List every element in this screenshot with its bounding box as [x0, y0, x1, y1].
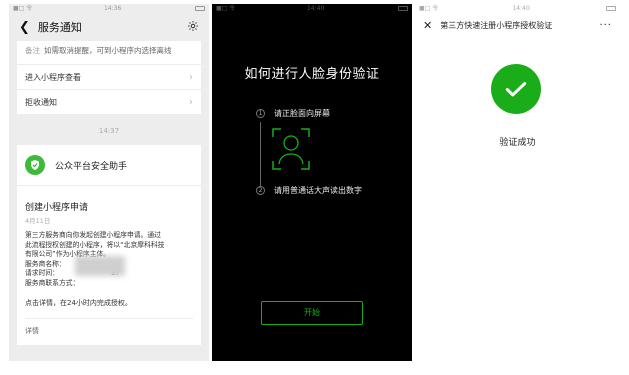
detail-link[interactable]: 详情	[25, 318, 193, 343]
status-time: 14:40	[512, 5, 530, 12]
success-message: 验证成功	[499, 138, 536, 148]
step-connector	[260, 122, 261, 186]
card-footer: 点击详情，在24小时内完成授权。	[25, 299, 132, 307]
nav-bar: ✕ 第三方快速注册小程序授权验证 ···	[415, 13, 620, 37]
status-signal: ■□ 令	[13, 5, 33, 12]
step-number: 2	[256, 186, 265, 195]
back-chevron-icon[interactable]: ❮	[19, 20, 30, 35]
service-notification-screen: ■□ 令 14:36 ❮ 服务通知 备注 如需取消提醒，可到小程序内选择离线 进入…	[9, 4, 209, 361]
card-line: 第三方服务商向你发起创建小程序申请。通过	[25, 231, 161, 239]
row-label: 进入小程序查看	[25, 72, 81, 82]
status-bar: ■□ 令 14:40	[212, 4, 412, 13]
redaction-blur	[75, 256, 125, 276]
status-signal: ■□ 令	[216, 5, 236, 12]
note-row: 备注 如需取消提醒，可到小程序内选择离线	[17, 41, 201, 64]
battery-icon	[604, 4, 616, 13]
step-2: 2 请用普通话大声读出数字	[256, 185, 362, 196]
more-icon[interactable]: ···	[599, 20, 612, 31]
status-time: 14:40	[306, 5, 325, 12]
step-1: 1 请正脸面向屏幕	[256, 108, 330, 119]
nav-bar: ❮ 服务通知	[9, 13, 209, 41]
check-circle-icon	[491, 64, 541, 114]
step-text: 请正脸面向屏幕	[274, 109, 330, 118]
card-line: 此流程授权创建的小程序，将以“北京摩科科技	[25, 240, 165, 249]
nav-title: 服务通知	[37, 21, 82, 34]
close-icon[interactable]: ✕	[423, 19, 432, 32]
application-card[interactable]: 公众平台安全助手 创建小程序申请 4月11日 第三方服务商向你发起创建小程序申请…	[17, 145, 201, 345]
card-header: 公众平台安全助手	[17, 145, 201, 186]
gear-icon[interactable]	[187, 20, 199, 35]
face-scan-icon	[272, 128, 310, 170]
request-time-label: 请求时间：	[25, 269, 59, 277]
card-sender: 公众平台安全助手	[55, 161, 128, 172]
notice-card: 备注 如需取消提醒，可到小程序内选择离线 进入小程序查看 › 拒收通知 ›	[17, 41, 201, 114]
note-tag: 备注	[25, 46, 40, 55]
card-line: 服务商联系方式：	[25, 278, 80, 287]
chevron-right-icon: ›	[189, 96, 193, 108]
status-signal: ■□ 令	[419, 5, 439, 12]
status-time: 14:36	[103, 5, 122, 12]
step-text: 请用普通话大声读出数字	[274, 186, 362, 195]
battery-icon	[193, 4, 205, 13]
status-bar: ■□ 令 14:36	[9, 4, 209, 13]
start-button[interactable]: 开始	[261, 301, 363, 325]
reject-notice-row[interactable]: 拒收通知 ›	[17, 89, 201, 114]
row-label: 拒收通知	[25, 97, 57, 107]
step-number: 1	[256, 109, 265, 118]
face-verification-screen: ■□ 令 14:40 如何进行人脸身份验证 1 请正脸面向屏幕 2 请用普通话大…	[212, 4, 412, 361]
nav-title: 第三方快速注册小程序授权验证	[440, 20, 553, 30]
message-timestamp: 14:37	[98, 127, 120, 135]
battery-icon	[396, 4, 408, 13]
open-miniprogram-row[interactable]: 进入小程序查看 ›	[17, 64, 201, 89]
note-text: 如需取消提醒，可到小程序内选择离线	[44, 46, 172, 55]
shield-check-icon	[25, 155, 45, 175]
auth-success-screen: ■□ 令 14:40 ✕ 第三方快速注册小程序授权验证 ··· 验证成功	[415, 4, 620, 361]
card-title: 创建小程序申请	[25, 203, 89, 213]
card-date: 4月11日	[25, 217, 51, 225]
chevron-right-icon: ›	[189, 71, 193, 83]
face-title: 如何进行人脸身份验证	[244, 67, 380, 82]
status-bar: ■□ 令 14:40	[415, 4, 620, 13]
